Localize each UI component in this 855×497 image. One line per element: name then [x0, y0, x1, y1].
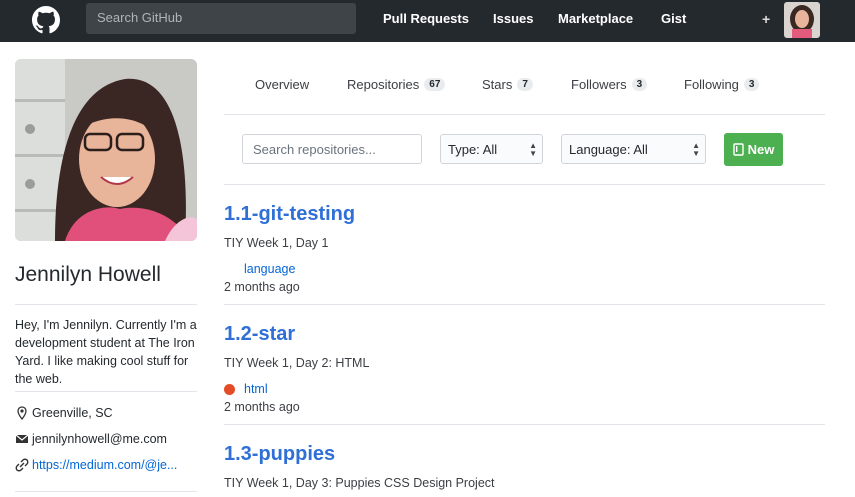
website-link[interactable]: https://medium.com/@je... [32, 458, 177, 472]
repo-name-link[interactable]: 1.3-puppies [224, 443, 335, 466]
nav-gist[interactable]: Gist [661, 11, 686, 26]
type-select-value: Type: All [448, 142, 498, 157]
tab-counter: 3 [631, 78, 648, 91]
divider [15, 391, 197, 392]
profile-name: Jennilyn Howell [15, 263, 161, 286]
repo-updated: 2 months ago [224, 400, 300, 414]
nav-pull-requests[interactable]: Pull Requests [383, 11, 469, 26]
repo-language: html [224, 382, 268, 396]
repo-description: TIY Week 1, Day 2: HTML [224, 356, 370, 370]
tabs-divider [224, 114, 825, 115]
tab-counter: 67 [424, 78, 446, 91]
repo-divider [224, 424, 825, 425]
location-text: Greenville, SC [32, 406, 113, 420]
tab-label: Repositories [347, 77, 420, 92]
nav-issues[interactable]: Issues [493, 11, 533, 26]
profile-bio: Hey, I'm Jennilyn. Currently I'm a devel… [15, 318, 197, 386]
tab-repositories[interactable]: Repositories 67 [347, 77, 446, 92]
repo-language-label: language [244, 262, 296, 276]
language-select[interactable]: Language: All ▲ ▼ [561, 134, 706, 164]
filters-divider [224, 184, 825, 185]
repo-description: TIY Week 1, Day 3: Puppies CSS Design Pr… [224, 476, 495, 490]
profile-avatar [15, 59, 197, 241]
language-color-dot [224, 383, 235, 395]
repo-name-link[interactable]: 1.1-git-testing [224, 203, 355, 226]
tab-counter: 7 [517, 78, 533, 91]
repo-name-link[interactable]: 1.2-star [224, 323, 295, 346]
global-search-input[interactable]: Search GitHub [86, 3, 356, 34]
location-pin-icon [17, 406, 27, 420]
repo-divider [224, 304, 825, 305]
tab-counter: 3 [743, 78, 760, 91]
repo-language: language [224, 262, 295, 276]
profile-website: https://medium.com/@je... [15, 458, 177, 472]
github-logo-icon[interactable] [32, 6, 60, 34]
select-arrows-icon: ▲ ▼ [692, 141, 700, 158]
select-arrows-icon: ▲ ▼ [529, 141, 537, 158]
link-icon [15, 458, 29, 472]
tab-label: Following [684, 77, 739, 92]
mail-icon [15, 434, 29, 443]
profile-email: jennilynhowell@me.com [15, 432, 167, 446]
tab-followers[interactable]: Followers 3 [571, 77, 648, 92]
repo-language-label: html [244, 382, 268, 396]
repo-updated: 2 months ago [224, 280, 300, 294]
create-new-plus-icon[interactable]: + [762, 11, 770, 27]
type-select[interactable]: Type: All ▲ ▼ [440, 134, 543, 164]
profile-location: Greenville, SC [15, 406, 113, 420]
tab-stars[interactable]: Stars 7 [482, 77, 533, 92]
tab-label: Followers [571, 77, 627, 92]
repo-description: TIY Week 1, Day 1 [224, 236, 329, 250]
email-text[interactable]: jennilynhowell@me.com [32, 432, 167, 446]
divider [15, 491, 197, 492]
new-repo-button[interactable]: New [724, 133, 783, 166]
user-avatar-small[interactable] [784, 2, 820, 38]
new-button-label: New [747, 142, 775, 157]
divider [15, 304, 197, 305]
tab-label: Overview [255, 77, 310, 92]
tab-following[interactable]: Following 3 [684, 77, 760, 92]
tab-overview[interactable]: Overview [255, 77, 309, 92]
repo-search-input[interactable]: Search repositories... [242, 134, 422, 164]
language-select-value: Language: All [569, 142, 648, 157]
nav-marketplace[interactable]: Marketplace [558, 11, 633, 26]
top-nav-bar: Search GitHub Pull Requests Issues Marke… [0, 0, 855, 42]
repo-book-icon [732, 143, 744, 156]
tab-label: Stars [482, 77, 513, 92]
